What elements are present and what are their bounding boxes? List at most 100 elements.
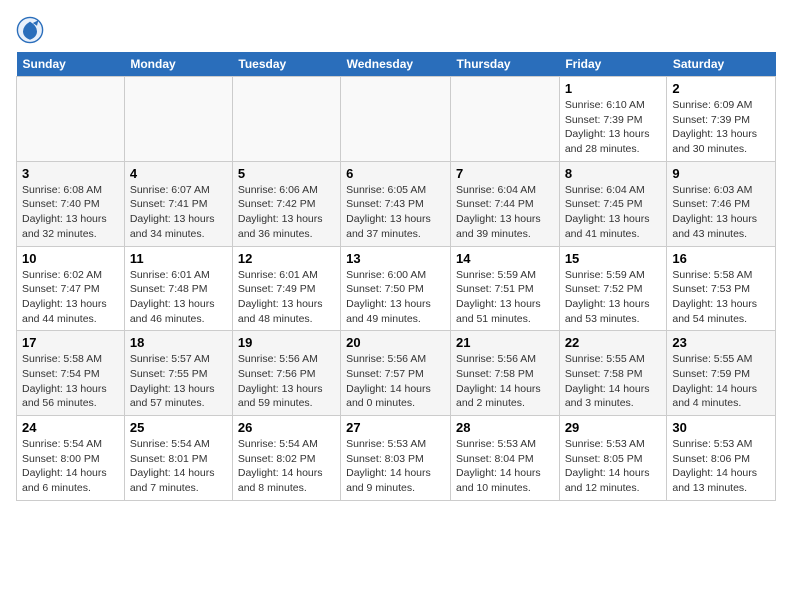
calendar-cell: 13 Sunrise: 6:00 AM Sunset: 7:50 PM Dayli… [341, 246, 451, 331]
day-number: 22 [565, 335, 662, 350]
calendar-cell [17, 77, 125, 162]
day-info: Sunrise: 6:10 AM Sunset: 7:39 PM Dayligh… [565, 98, 662, 157]
calendar-cell: 6 Sunrise: 6:05 AM Sunset: 7:43 PM Daylig… [341, 161, 451, 246]
calendar-cell: 21Sunrise: 5:56 AM Sunset: 7:58 PM Dayli… [451, 331, 560, 416]
day-info: Sunrise: 5:55 AM Sunset: 7:59 PM Dayligh… [672, 352, 770, 411]
day-info: Sunrise: 6:04 AM Sunset: 7:44 PM Dayligh… [456, 183, 554, 242]
day-number: 13 [346, 251, 445, 266]
day-info: Sunrise: 5:55 AM Sunset: 7:58 PM Dayligh… [565, 352, 662, 411]
day-number: 24 [22, 420, 119, 435]
day-info: Sunrise: 5:54 AM Sunset: 8:00 PM Dayligh… [22, 437, 119, 496]
day-info: Sunrise: 5:56 AM Sunset: 7:56 PM Dayligh… [238, 352, 335, 411]
calendar-cell: 5 Sunrise: 6:06 AM Sunset: 7:42 PM Daylig… [232, 161, 340, 246]
calendar-cell: 24 Sunrise: 5:54 AM Sunset: 8:00 PM Dayli… [17, 416, 125, 501]
calendar-cell [451, 77, 560, 162]
day-info: Sunrise: 6:07 AM Sunset: 7:41 PM Dayligh… [130, 183, 227, 242]
day-info: Sunrise: 6:06 AM Sunset: 7:42 PM Dayligh… [238, 183, 335, 242]
day-info: Sunrise: 5:53 AM Sunset: 8:05 PM Dayligh… [565, 437, 662, 496]
calendar-cell: 2Sunrise: 6:09 AM Sunset: 7:39 PM Daylig… [667, 77, 776, 162]
day-number: 21 [456, 335, 554, 350]
calendar-week-row: 1 Sunrise: 6:10 AM Sunset: 7:39 PM Daylig… [17, 77, 776, 162]
day-number: 23 [672, 335, 770, 350]
day-number: 1 [565, 81, 662, 96]
day-number: 11 [130, 251, 227, 266]
day-number: 12 [238, 251, 335, 266]
day-info: Sunrise: 6:02 AM Sunset: 7:47 PM Dayligh… [22, 268, 119, 327]
day-info: Sunrise: 6:01 AM Sunset: 7:49 PM Dayligh… [238, 268, 335, 327]
calendar-cell: 26Sunrise: 5:54 AM Sunset: 8:02 PM Dayli… [232, 416, 340, 501]
day-info: Sunrise: 5:56 AM Sunset: 7:57 PM Dayligh… [346, 352, 445, 411]
calendar-cell: 14 Sunrise: 5:59 AM Sunset: 7:51 PM Dayli… [451, 246, 560, 331]
day-number: 16 [672, 251, 770, 266]
calendar-cell: 8 Sunrise: 6:04 AM Sunset: 7:45 PM Daylig… [559, 161, 667, 246]
day-info: Sunrise: 5:53 AM Sunset: 8:04 PM Dayligh… [456, 437, 554, 496]
weekday-header-wednesday: Wednesday [341, 52, 451, 77]
day-info: Sunrise: 5:53 AM Sunset: 8:03 PM Dayligh… [346, 437, 445, 496]
logo [16, 16, 48, 44]
day-info: Sunrise: 6:09 AM Sunset: 7:39 PM Dayligh… [672, 98, 770, 157]
calendar-header: SundayMondayTuesdayWednesdayThursdayFrid… [17, 52, 776, 77]
calendar-cell: 4Sunrise: 6:07 AM Sunset: 7:41 PM Daylig… [124, 161, 232, 246]
calendar-cell: 29 Sunrise: 5:53 AM Sunset: 8:05 PM Dayli… [559, 416, 667, 501]
day-info: Sunrise: 5:59 AM Sunset: 7:51 PM Dayligh… [456, 268, 554, 327]
day-number: 10 [22, 251, 119, 266]
day-info: Sunrise: 5:57 AM Sunset: 7:55 PM Dayligh… [130, 352, 227, 411]
calendar-cell: 1 Sunrise: 6:10 AM Sunset: 7:39 PM Daylig… [559, 77, 667, 162]
day-info: Sunrise: 6:00 AM Sunset: 7:50 PM Dayligh… [346, 268, 445, 327]
day-number: 7 [456, 166, 554, 181]
logo-icon [16, 16, 44, 44]
page-header [16, 16, 776, 44]
weekday-header-monday: Monday [124, 52, 232, 77]
day-info: Sunrise: 6:04 AM Sunset: 7:45 PM Dayligh… [565, 183, 662, 242]
day-info: Sunrise: 6:08 AM Sunset: 7:40 PM Dayligh… [22, 183, 119, 242]
day-info: Sunrise: 5:54 AM Sunset: 8:01 PM Dayligh… [130, 437, 227, 496]
day-info: Sunrise: 6:03 AM Sunset: 7:46 PM Dayligh… [672, 183, 770, 242]
weekday-header-thursday: Thursday [451, 52, 560, 77]
calendar-cell: 12 Sunrise: 6:01 AM Sunset: 7:49 PM Dayli… [232, 246, 340, 331]
calendar-cell: 16 Sunrise: 5:58 AM Sunset: 7:53 PM Dayli… [667, 246, 776, 331]
calendar-cell: 28 Sunrise: 5:53 AM Sunset: 8:04 PM Dayli… [451, 416, 560, 501]
day-number: 5 [238, 166, 335, 181]
day-number: 8 [565, 166, 662, 181]
calendar-cell: 9 Sunrise: 6:03 AM Sunset: 7:46 PM Daylig… [667, 161, 776, 246]
calendar-cell: 10 Sunrise: 6:02 AM Sunset: 7:47 PM Dayli… [17, 246, 125, 331]
calendar-cell [341, 77, 451, 162]
weekday-header-sunday: Sunday [17, 52, 125, 77]
day-number: 20 [346, 335, 445, 350]
day-number: 18 [130, 335, 227, 350]
calendar-cell: 25 Sunrise: 5:54 AM Sunset: 8:01 PM Dayli… [124, 416, 232, 501]
calendar-table: SundayMondayTuesdayWednesdayThursdayFrid… [16, 52, 776, 501]
weekday-header-friday: Friday [559, 52, 667, 77]
calendar-cell: 19 Sunrise: 5:56 AM Sunset: 7:56 PM Dayli… [232, 331, 340, 416]
day-number: 14 [456, 251, 554, 266]
day-number: 25 [130, 420, 227, 435]
calendar-cell: 27 Sunrise: 5:53 AM Sunset: 8:03 PM Dayli… [341, 416, 451, 501]
calendar-cell: 20 Sunrise: 5:56 AM Sunset: 7:57 PM Dayli… [341, 331, 451, 416]
weekday-header-saturday: Saturday [667, 52, 776, 77]
day-number: 17 [22, 335, 119, 350]
calendar-cell: 7 Sunrise: 6:04 AM Sunset: 7:44 PM Daylig… [451, 161, 560, 246]
day-number: 3 [22, 166, 119, 181]
calendar-week-row: 17Sunrise: 5:58 AM Sunset: 7:54 PM Dayli… [17, 331, 776, 416]
day-number: 19 [238, 335, 335, 350]
calendar-cell [232, 77, 340, 162]
calendar-cell: 23 Sunrise: 5:55 AM Sunset: 7:59 PM Dayli… [667, 331, 776, 416]
calendar-body: 1 Sunrise: 6:10 AM Sunset: 7:39 PM Daylig… [17, 77, 776, 501]
day-info: Sunrise: 6:05 AM Sunset: 7:43 PM Dayligh… [346, 183, 445, 242]
day-info: Sunrise: 5:54 AM Sunset: 8:02 PM Dayligh… [238, 437, 335, 496]
day-info: Sunrise: 5:58 AM Sunset: 7:53 PM Dayligh… [672, 268, 770, 327]
day-number: 6 [346, 166, 445, 181]
day-number: 29 [565, 420, 662, 435]
day-number: 9 [672, 166, 770, 181]
day-number: 27 [346, 420, 445, 435]
calendar-cell: 22 Sunrise: 5:55 AM Sunset: 7:58 PM Dayli… [559, 331, 667, 416]
day-info: Sunrise: 5:59 AM Sunset: 7:52 PM Dayligh… [565, 268, 662, 327]
day-number: 30 [672, 420, 770, 435]
calendar-week-row: 3 Sunrise: 6:08 AM Sunset: 7:40 PM Daylig… [17, 161, 776, 246]
calendar-week-row: 24 Sunrise: 5:54 AM Sunset: 8:00 PM Dayli… [17, 416, 776, 501]
day-number: 28 [456, 420, 554, 435]
calendar-cell: 15Sunrise: 5:59 AM Sunset: 7:52 PM Dayli… [559, 246, 667, 331]
weekday-header-tuesday: Tuesday [232, 52, 340, 77]
calendar-cell: 17Sunrise: 5:58 AM Sunset: 7:54 PM Dayli… [17, 331, 125, 416]
day-info: Sunrise: 6:01 AM Sunset: 7:48 PM Dayligh… [130, 268, 227, 327]
